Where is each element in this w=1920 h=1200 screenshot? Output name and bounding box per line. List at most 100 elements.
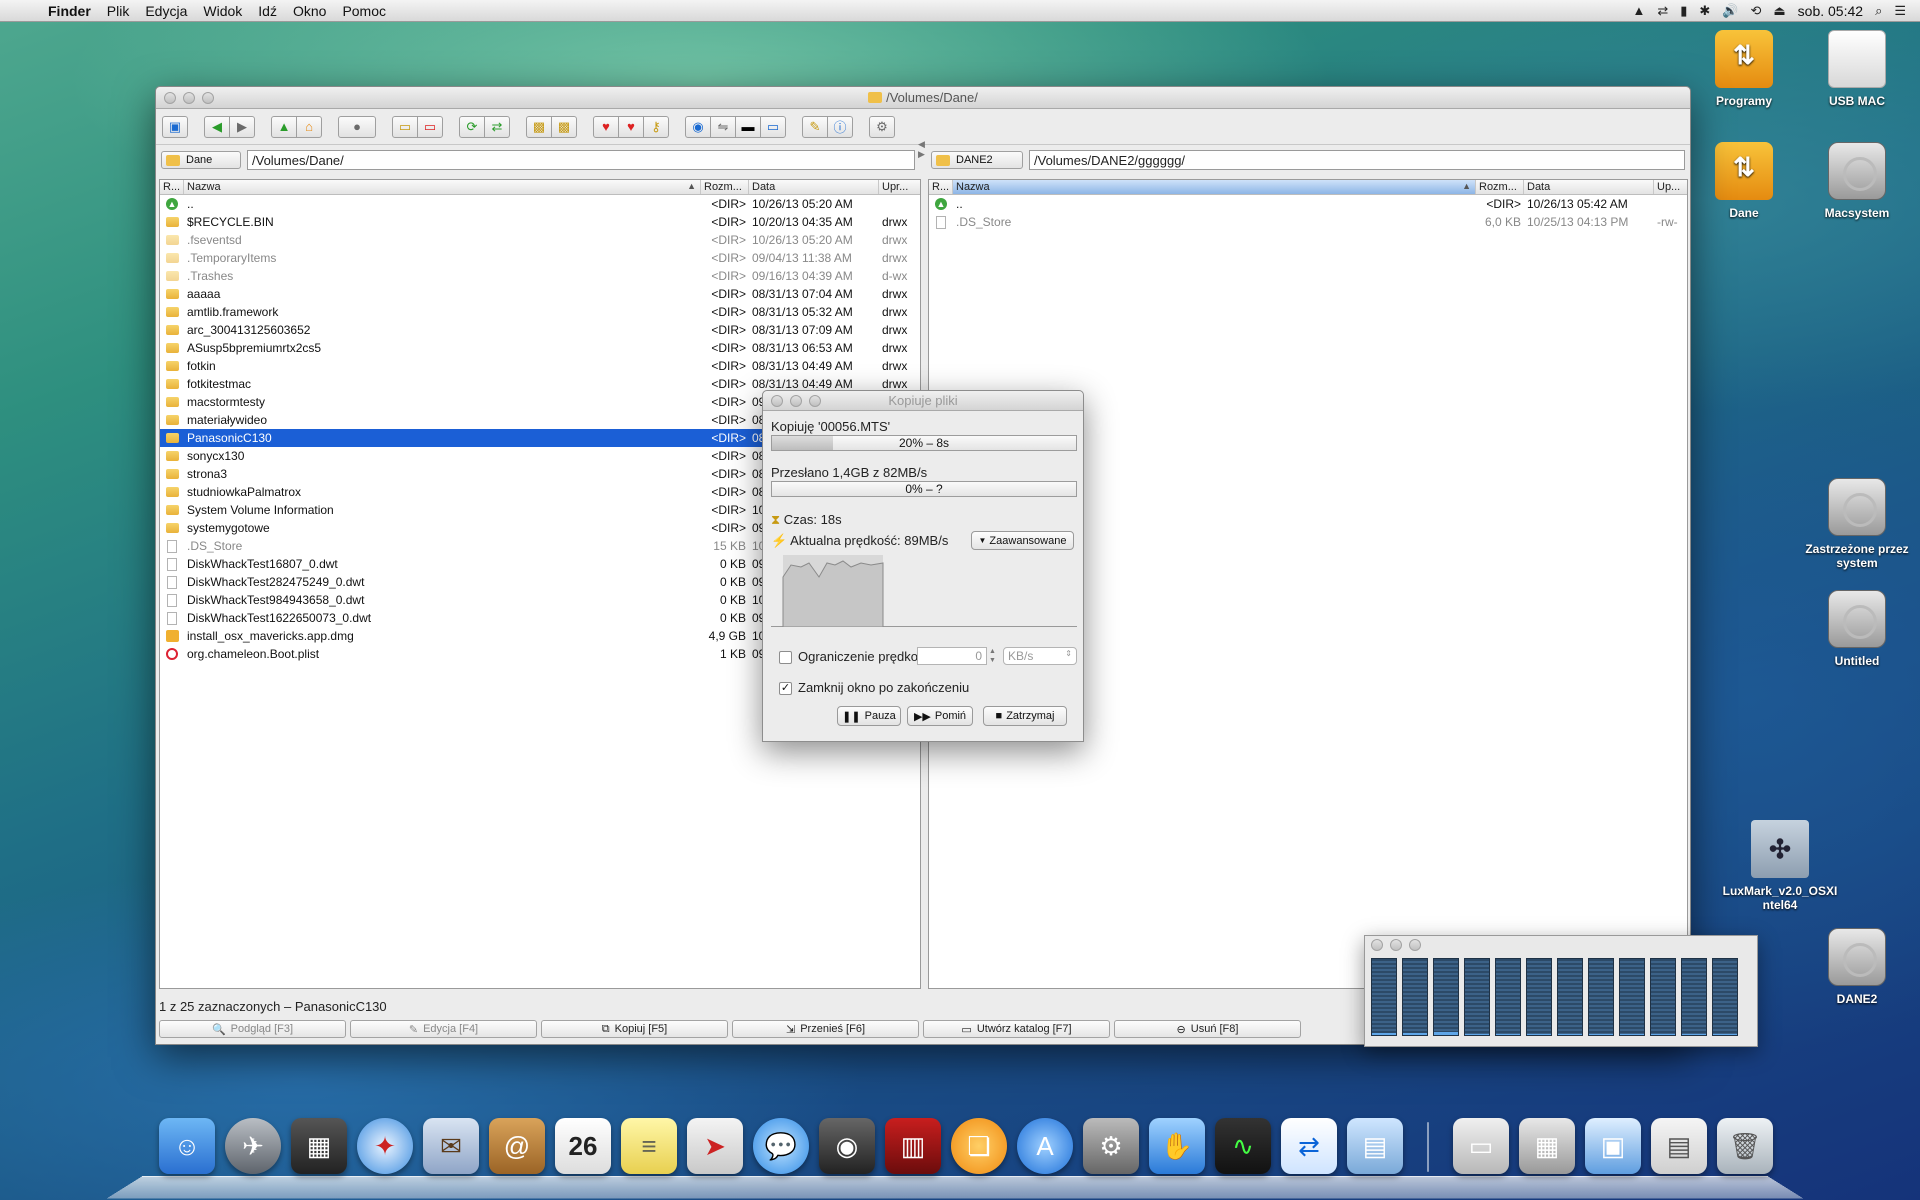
pause-button[interactable]: ❚❚ Pauza [837, 706, 901, 726]
panel-swap-arrows[interactable]: ◀ ▶ [918, 139, 925, 159]
back-button[interactable]: ◀ [204, 115, 230, 138]
terminal-button[interactable]: ▬ [735, 115, 761, 138]
menu-widok[interactable]: Widok [195, 3, 250, 19]
close-when-done-checkbox[interactable]: ✓ [779, 682, 792, 695]
battery-icon[interactable]: ▮ [1680, 3, 1687, 19]
new-window-button[interactable]: ▣ [162, 115, 188, 138]
documents-stack-icon[interactable]: ▦ [1519, 1118, 1575, 1174]
spotlight-search-icon[interactable]: ⌕ [1875, 3, 1882, 19]
col-header-name[interactable]: Nazwa ▲ [184, 180, 701, 194]
col-header-date[interactable]: Data [749, 180, 879, 194]
messages-icon[interactable]: 💬 [753, 1118, 809, 1174]
menu-pomoc[interactable]: Pomoc [334, 3, 394, 19]
compare-button[interactable]: ⇋ [710, 115, 736, 138]
menu-clock[interactable]: sob. 05:42 [1798, 3, 1863, 19]
desktop-icon-dane[interactable]: Dane [1689, 142, 1799, 220]
add-favorite-button[interactable]: ♥ [593, 115, 619, 138]
maps-icon[interactable]: ➤ [687, 1118, 743, 1174]
stop-button[interactable]: ■ Zatrzymaj [983, 706, 1067, 726]
parent-folder-button[interactable]: ▲ [271, 115, 297, 138]
minimize-button[interactable] [1390, 939, 1402, 951]
notes-icon[interactable]: ≡ [621, 1118, 677, 1174]
right-path-field[interactable]: /Volumes/DANE2/gggggg/ [1029, 150, 1685, 170]
function-button-6[interactable]: ⇲ Przenieś [F6] [732, 1020, 919, 1038]
pack-button[interactable]: ▩ [526, 115, 552, 138]
stack-icon[interactable]: ▤ [1651, 1118, 1707, 1174]
col-header-name[interactable]: Nazwa ▲ [953, 180, 1476, 194]
disk-utility-icon[interactable]: ▤ [1347, 1118, 1403, 1174]
launchpad-icon[interactable]: ✈ [225, 1118, 281, 1174]
close-button[interactable] [771, 395, 783, 407]
delete-folder-button[interactable]: ▭ [417, 115, 443, 138]
file-row[interactable]: ▲.. <DIR> 10/26/13 05:20 AM [160, 195, 920, 213]
zoom-button[interactable] [202, 92, 214, 104]
facetime-icon[interactable]: ◉ [819, 1118, 875, 1174]
mail-icon[interactable]: ✉ [423, 1118, 479, 1174]
menu-okno[interactable]: Okno [285, 3, 334, 19]
refresh-button[interactable]: ⟳ [459, 115, 485, 138]
activity-monitor-icon[interactable]: ∿ [1215, 1118, 1271, 1174]
adobe-icon[interactable]: ▲ [1632, 3, 1645, 18]
bluetooth-icon[interactable]: ✱ [1699, 3, 1710, 19]
calendar-icon[interactable]: 26 [555, 1118, 611, 1174]
minimize-button[interactable] [790, 395, 802, 407]
notification-center-icon[interactable]: ☰ [1894, 3, 1906, 19]
permissions-button[interactable]: ⚷ [643, 115, 669, 138]
time-machine-icon[interactable]: ⟲ [1750, 3, 1761, 19]
file-row[interactable]: .Trashes <DIR> 09/16/13 04:39 AM d-wx [160, 267, 920, 285]
menu-finder[interactable]: Finder [40, 3, 99, 19]
file-row[interactable]: aaaaa <DIR> 08/31/13 07:04 AM drwx [160, 285, 920, 303]
menu-edycja[interactable]: Edycja [137, 3, 195, 19]
file-row[interactable]: amtlib.framework <DIR> 08/31/13 05:32 AM dr… [160, 303, 920, 321]
downloads-stack-icon[interactable]: ▭ [1453, 1118, 1509, 1174]
speed-limit-stepper[interactable]: ▲ ▼ [989, 647, 996, 665]
file-row[interactable]: .DS_Store 6,0 KB 10/25/13 04:13 PM -rw- [929, 213, 1687, 231]
file-row[interactable]: ▲.. <DIR> 10/26/13 05:42 AM [929, 195, 1687, 213]
eject-icon[interactable]: ⏏ [1773, 3, 1785, 19]
file-row[interactable]: .TemporaryItems <DIR> 09/04/13 11:38 AM drw… [160, 249, 920, 267]
tools-button[interactable]: ✎ [802, 115, 828, 138]
dialog-titlebar[interactable]: Kopiuje pliki [763, 391, 1083, 411]
skip-button[interactable]: ▶▶ Pomiń [907, 706, 973, 726]
file-row[interactable]: fotkin <DIR> 08/31/13 04:49 AM drwx [160, 357, 920, 375]
function-button-8[interactable]: ⊖ Usuń [F8] [1114, 1020, 1301, 1038]
safari-icon[interactable]: ✦ [357, 1118, 413, 1174]
zoom-button[interactable] [1409, 939, 1421, 951]
speed-limit-input[interactable]: 0 [917, 647, 987, 665]
zoom-button[interactable] [809, 395, 821, 407]
close-button[interactable] [1371, 939, 1383, 951]
function-button-7[interactable]: ▭ Utwórz katalog [F7] [923, 1020, 1110, 1038]
settings-button[interactable]: ⚙ [869, 115, 895, 138]
network-button[interactable]: ◉ [685, 115, 711, 138]
file-row[interactable]: ASusp5bpremiumrtx2cs5 <DIR> 08/31/13 06:53… [160, 339, 920, 357]
close-button[interactable] [164, 92, 176, 104]
function-button-4[interactable]: ✎ Edycja [F4] [350, 1020, 537, 1038]
app-store-icon[interactable]: A [1017, 1118, 1073, 1174]
file-row[interactable]: arc_300413125603652 <DIR> 08/31/13 07:09 A… [160, 321, 920, 339]
col-header-size[interactable]: Rozm... [701, 180, 749, 194]
function-button-5[interactable]: ⧉ Kopiuj [F5] [541, 1020, 728, 1038]
advanced-button[interactable]: ▼ Zaawansowane [971, 531, 1074, 550]
file-row[interactable]: $RECYCLE.BIN <DIR> 10/20/13 04:35 AM drwx [160, 213, 920, 231]
unpack-button[interactable]: ▩ [551, 115, 577, 138]
teamviewer-icon[interactable]: ⇄ [1657, 3, 1668, 19]
contacts-icon[interactable]: @ [489, 1118, 545, 1174]
col-header-size[interactable]: Rozm... [1476, 180, 1524, 194]
right-drive-button[interactable]: DANE2 [931, 151, 1023, 169]
forward-button[interactable]: ▶ [229, 115, 255, 138]
system-preferences-icon[interactable]: ⚙ [1083, 1118, 1139, 1174]
desktop-icon-programy[interactable]: Programy [1689, 30, 1799, 108]
volume-icon[interactable]: 🔊 [1722, 3, 1738, 19]
speed-unit-select[interactable]: KB/s ⇕ [1003, 647, 1077, 665]
mission-control-icon[interactable]: ▦ [291, 1118, 347, 1174]
photo-booth-icon[interactable]: ▥ [885, 1118, 941, 1174]
info-button[interactable]: ⓘ [827, 115, 853, 138]
file-row[interactable]: .fseventsd <DIR> 10/26/13 05:20 AM drwx [160, 231, 920, 249]
desktop-icon-dane2[interactable]: DANE2 [1802, 928, 1912, 1006]
new-folder-button[interactable]: ▭ [392, 115, 418, 138]
col-header-permissions[interactable]: Up... [1654, 180, 1687, 194]
desktop-icon-macsystem[interactable]: Macsystem [1802, 142, 1912, 220]
finder-icon[interactable]: ☺ [159, 1118, 215, 1174]
desktop-icon-luxmark[interactable]: LuxMark_v2.0_OSXIntel64 [1720, 820, 1840, 912]
desktop-icon-usb-mac[interactable]: USB MAC [1802, 30, 1912, 108]
